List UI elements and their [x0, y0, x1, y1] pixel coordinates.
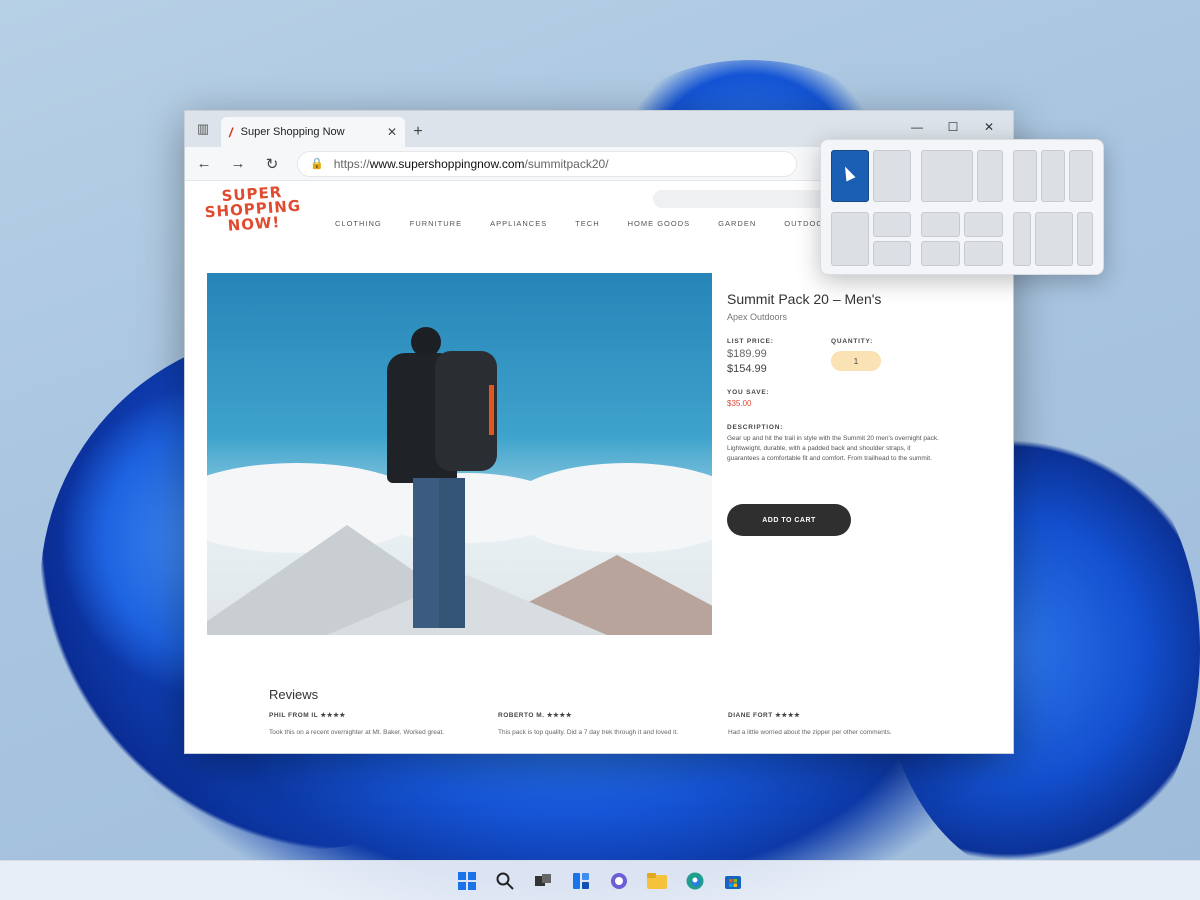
file-explorer-icon[interactable]: [644, 868, 670, 894]
sale-price: $154.99: [727, 363, 767, 375]
review-rating: ★★★★: [546, 712, 573, 719]
product-title: Summit Pack 20 – Men's: [727, 291, 882, 307]
forward-button[interactable]: →: [229, 155, 247, 172]
site-nav: CLOTHING FURNITURE APPLIANCES TECH HOME …: [335, 219, 830, 228]
snap-zone-wide-center[interactable]: [1035, 212, 1073, 266]
snap-zone-half-left[interactable]: [831, 212, 869, 266]
snap-zone-col-3[interactable]: [1069, 150, 1093, 202]
review-author: ROBERTO M. ★★★★: [498, 711, 708, 719]
you-save-value: $35.00: [727, 399, 752, 408]
minimize-button[interactable]: —: [899, 120, 935, 134]
vertical-tabs-icon[interactable]: ▥: [185, 111, 221, 147]
url-text: https://www.supershoppingnow.com/summitp…: [334, 157, 609, 171]
list-price: $189.99: [727, 348, 767, 360]
edge-browser-icon[interactable]: [682, 868, 708, 894]
review-author: PHIL FROM IL ★★★★: [269, 711, 479, 719]
nav-appliances[interactable]: APPLIANCES: [490, 219, 547, 228]
review-rating: ★★★★: [775, 712, 801, 719]
review-author: DIANE FORT ★★★★: [728, 711, 938, 719]
chat-icon[interactable]: [606, 868, 632, 894]
snap-zone-col-1[interactable]: [1013, 150, 1037, 202]
snap-zone-q1[interactable]: [921, 212, 960, 237]
quantity-label: QUANTITY:: [831, 338, 874, 345]
snap-zone-small-right[interactable]: [977, 150, 1003, 202]
snap-zone-quarter-bottom[interactable]: [873, 241, 911, 266]
nav-clothing[interactable]: CLOTHING: [335, 219, 382, 228]
url-field[interactable]: 🔒 https://www.supershoppingnow.com/summi…: [297, 150, 797, 177]
review-text: This pack is top quality. Did a 7 day tr…: [498, 729, 679, 736]
list-price-label: LIST PRICE:: [727, 338, 774, 345]
site-logo[interactable]: SUPER SHOPPING NOW!: [200, 183, 307, 235]
product-brand[interactable]: Apex Outdoors: [727, 312, 977, 322]
snap-zone-q3[interactable]: [921, 241, 960, 266]
review-item: DIANE FORT ★★★★ Had a little worried abo…: [728, 711, 938, 736]
snap-zone-narrow-right[interactable]: [1077, 212, 1093, 266]
description-text: Gear up and hit the trail in style with …: [727, 435, 939, 462]
tab-active[interactable]: / Super Shopping Now ✕: [221, 117, 405, 147]
snap-zone-right-half[interactable]: [873, 150, 911, 202]
snap-zone-col-2[interactable]: [1041, 150, 1065, 202]
lock-icon: 🔒: [310, 158, 324, 170]
snap-zone-large-left[interactable]: [921, 150, 973, 202]
new-tab-button[interactable]: +: [405, 117, 431, 147]
widgets-icon[interactable]: [568, 868, 594, 894]
close-window-button[interactable]: ✕: [971, 120, 1007, 134]
store-icon[interactable]: [720, 868, 746, 894]
maximize-button[interactable]: ☐: [935, 120, 971, 134]
snap-zone-q4[interactable]: [964, 241, 1003, 266]
refresh-button[interactable]: ↻: [263, 155, 281, 173]
review-rating: ★★★★: [320, 712, 346, 719]
nav-garden[interactable]: GARDEN: [718, 219, 756, 228]
search-icon[interactable]: [492, 868, 518, 894]
product-details: Summit Pack 20 – Men's Apex Outdoors LIS…: [727, 291, 977, 536]
start-icon[interactable]: [454, 868, 480, 894]
you-save-label: YOU SAVE:: [727, 389, 770, 396]
tab-title: Super Shopping Now: [240, 126, 345, 138]
review-author-name: DIANE FORT: [728, 712, 773, 719]
taskbar: [0, 860, 1200, 900]
review-text: Had a little worried about the zipper pe…: [728, 729, 892, 736]
review-author-name: PHIL FROM IL: [269, 712, 319, 719]
quantity-stepper[interactable]: 1: [831, 351, 881, 371]
snap-zone-q2[interactable]: [964, 212, 1003, 237]
url-path: /summitpack20/: [524, 156, 609, 171]
review-text: Took this on a recent overnighter at Mt.…: [269, 729, 445, 736]
nav-tech[interactable]: TECH: [575, 219, 599, 228]
description-label: DESCRIPTION:: [727, 424, 784, 431]
site-favicon-icon: /: [229, 124, 233, 140]
close-tab-icon[interactable]: ✕: [387, 125, 397, 139]
review-item: PHIL FROM IL ★★★★ Took this on a recent …: [269, 711, 479, 736]
reviews-heading: Reviews: [269, 687, 319, 702]
back-button[interactable]: ←: [195, 155, 213, 172]
task-view-icon[interactable]: [530, 868, 556, 894]
review-item: ROBERTO M. ★★★★ This pack is top quality…: [498, 711, 708, 736]
product-image: [207, 273, 712, 635]
add-to-cart-button[interactable]: ADD TO CART: [727, 504, 851, 536]
site-search-input[interactable]: [653, 190, 833, 208]
nav-furniture[interactable]: FURNITURE: [410, 219, 462, 228]
url-prefix: https://: [333, 156, 370, 171]
snap-zone-quarter-top[interactable]: [873, 212, 911, 237]
snap-layouts-flyout: [820, 139, 1104, 275]
nav-home-goods[interactable]: HOME GOODS: [628, 219, 691, 228]
url-domain: www.supershoppingnow.com: [369, 156, 525, 171]
snap-zone-narrow-left[interactable]: [1013, 212, 1031, 266]
review-author-name: ROBERTO M.: [498, 712, 545, 719]
